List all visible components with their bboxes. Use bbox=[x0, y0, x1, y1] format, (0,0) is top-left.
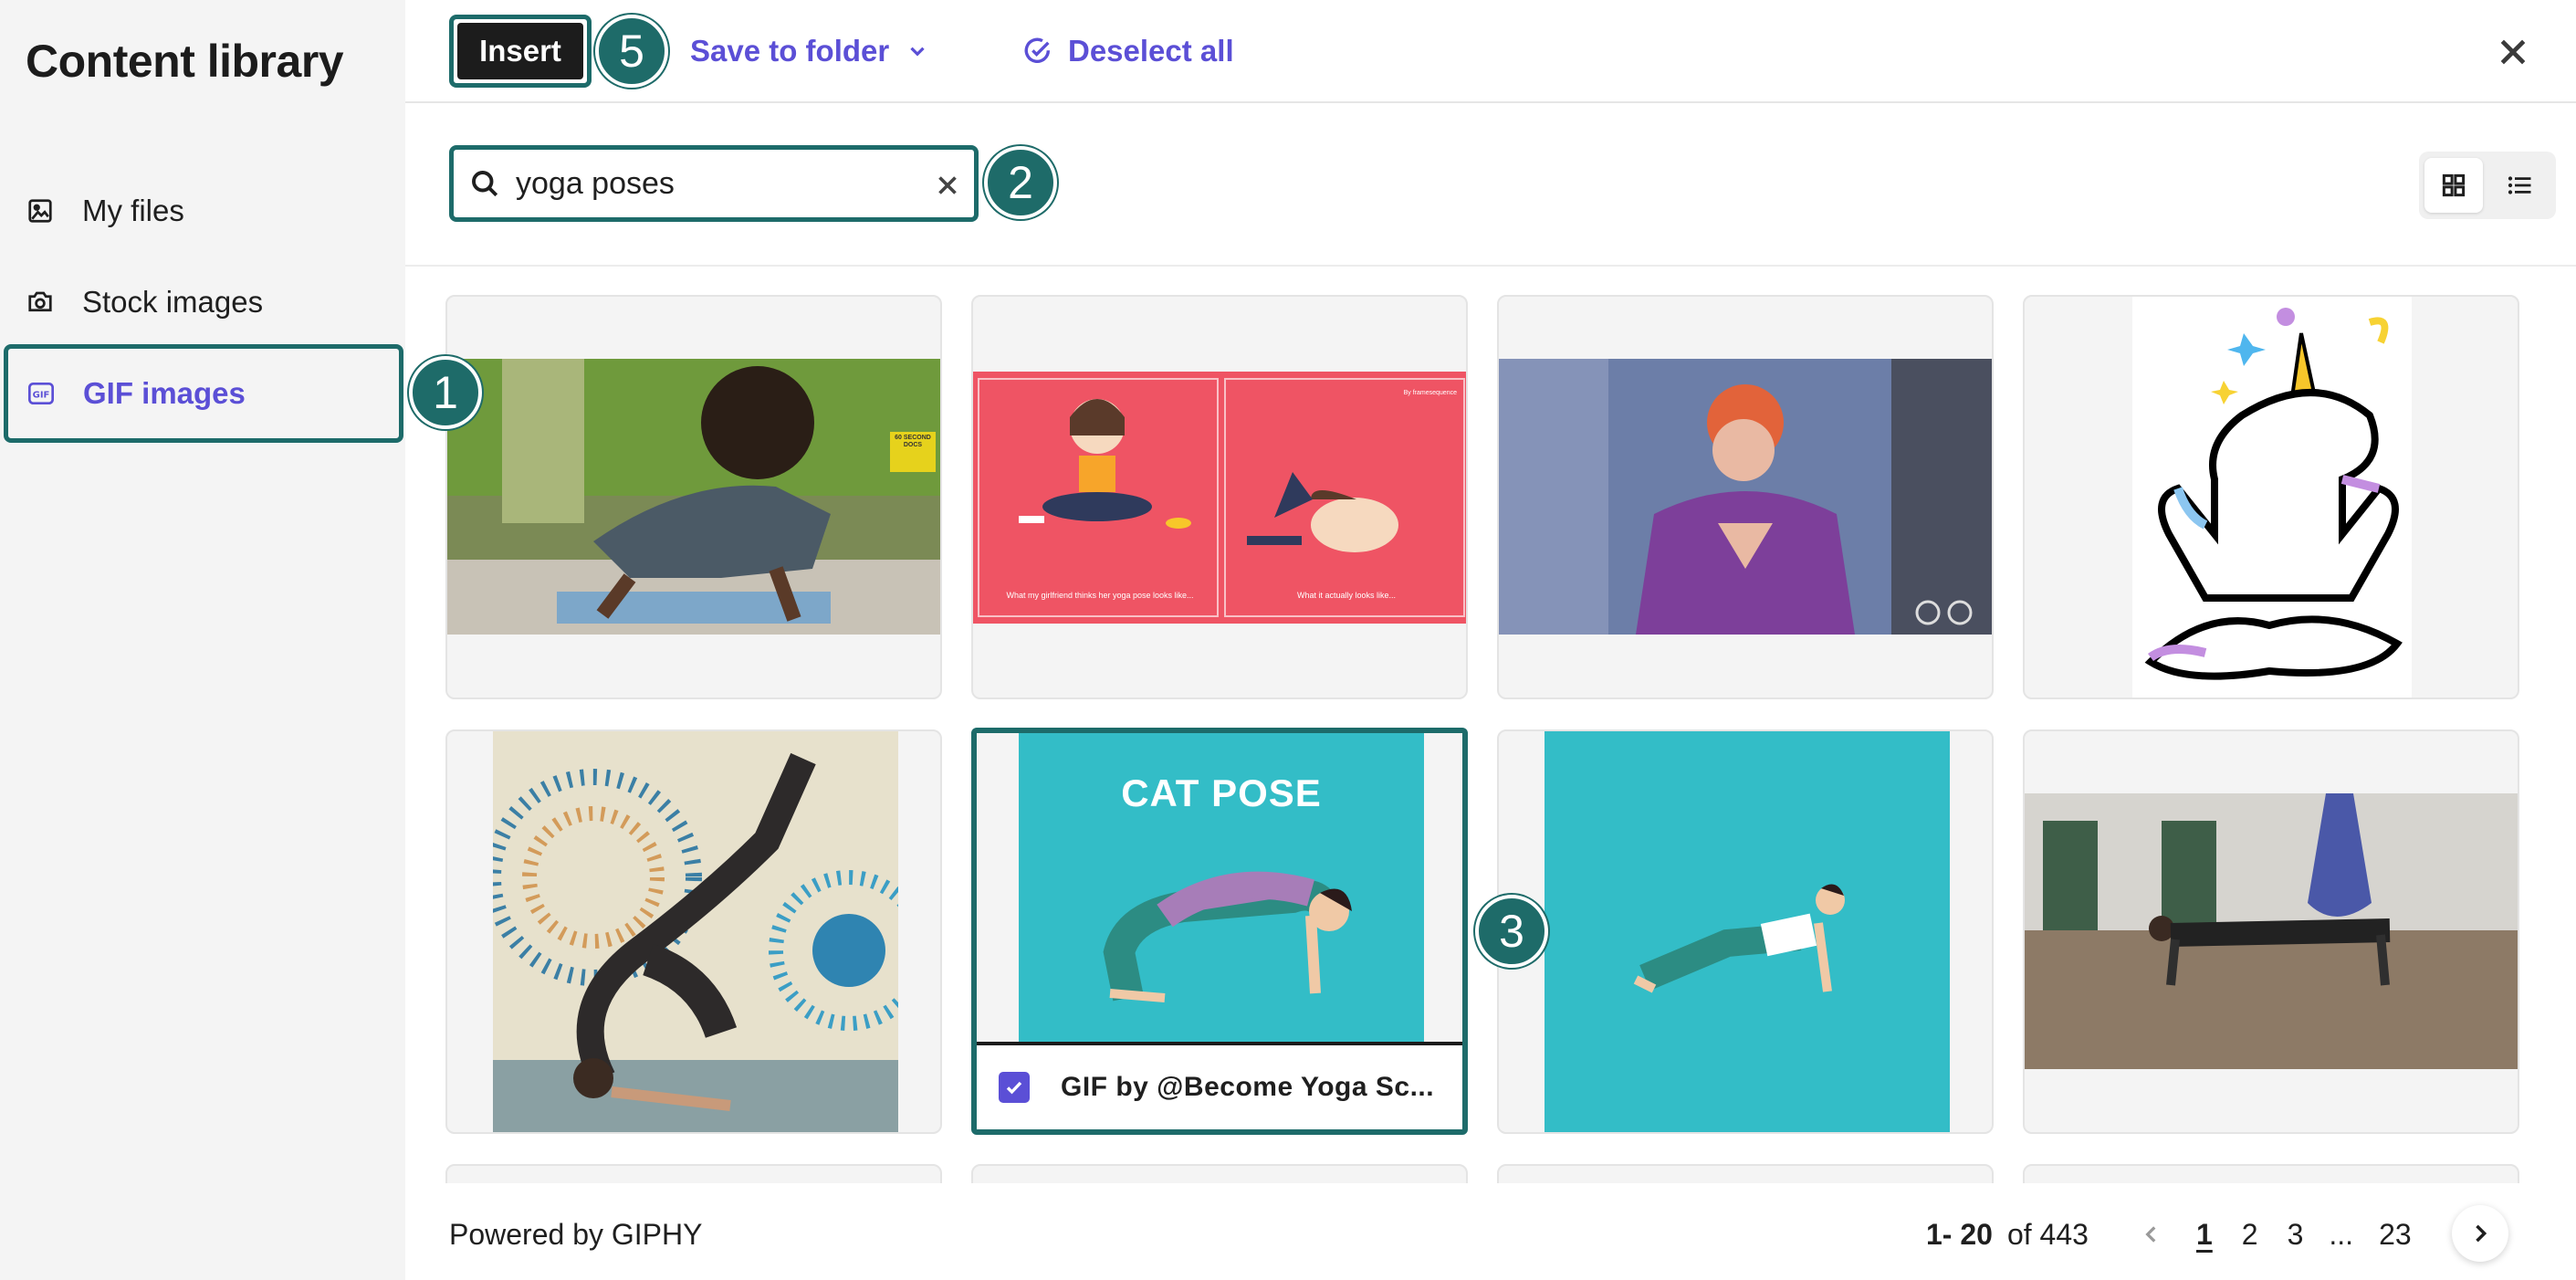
powered-by-text: Powered by GIPHY bbox=[449, 1218, 703, 1251]
gif-card[interactable] bbox=[445, 729, 942, 1134]
search-field bbox=[449, 145, 979, 222]
pagination-summary: 1- 20 of 443 bbox=[1926, 1212, 2089, 1256]
insert-button-highlight: Insert bbox=[449, 15, 592, 88]
callout-badge-1: 1 bbox=[409, 356, 482, 429]
gif-card[interactable] bbox=[2023, 729, 2519, 1134]
pagination: 1 2 3 ... 23 bbox=[2140, 1212, 2412, 1256]
gif-thumbnail bbox=[1499, 359, 1992, 635]
gif-overlay-title: CAT POSE bbox=[1121, 771, 1322, 814]
clear-search-icon[interactable] bbox=[932, 170, 963, 201]
sidebar-item-gif-images[interactable]: GIF GIF images bbox=[4, 344, 403, 443]
page-3[interactable]: 3 bbox=[2288, 1218, 2304, 1252]
grid-view-button[interactable] bbox=[2424, 158, 2483, 213]
callout-badge-3: 3 bbox=[1475, 895, 1548, 968]
page-range: 1- 20 bbox=[1926, 1217, 1993, 1251]
sidebar-item-label: GIF images bbox=[83, 376, 246, 410]
sidebar-item-label: My files bbox=[82, 194, 184, 227]
sidebar-item-my-files[interactable]: My files bbox=[0, 162, 405, 260]
grid-view-icon bbox=[2442, 173, 2466, 197]
sidebar: Content library My files Stock images GI… bbox=[0, 0, 405, 1280]
panel-caption-left: What my girlfriend thinks her yoga pose … bbox=[1006, 591, 1194, 600]
list-view-button[interactable] bbox=[2490, 158, 2549, 213]
close-icon bbox=[2500, 39, 2526, 65]
page-ellipsis: ... bbox=[2329, 1217, 2354, 1251]
previous-page-button[interactable] bbox=[2140, 1222, 2163, 1246]
view-toggle bbox=[2419, 152, 2556, 219]
page-23[interactable]: 23 bbox=[2379, 1218, 2412, 1252]
gif-caption-text: GIF by @Become Yoga Sc... bbox=[1061, 1072, 1435, 1102]
list-view-icon bbox=[2508, 176, 2531, 194]
gif-thumbnail bbox=[2132, 297, 2412, 698]
gif-thumbnail: What my girlfriend thinks her yoga pose … bbox=[973, 372, 1466, 624]
chevron-left-icon bbox=[2145, 1226, 2156, 1243]
gif-card[interactable] bbox=[1497, 729, 1994, 1134]
gif-card[interactable]: What my girlfriend thinks her yoga pose … bbox=[971, 295, 1468, 699]
check-circle-icon bbox=[1022, 36, 1053, 67]
gif-icon: GIF bbox=[26, 379, 56, 408]
next-page-button[interactable] bbox=[2452, 1205, 2508, 1262]
gif-card[interactable] bbox=[1497, 295, 1994, 699]
deselect-all-button[interactable]: Deselect all bbox=[1022, 27, 1234, 75]
chevron-right-icon bbox=[2476, 1224, 2487, 1243]
camera-icon bbox=[26, 288, 55, 317]
sidebar-item-stock-images[interactable]: Stock images bbox=[0, 253, 405, 351]
gif-thumbnail bbox=[2025, 793, 2518, 1069]
gif-card-selected[interactable]: CAT POSE GIF by @Become Yoga Sc... bbox=[971, 728, 1468, 1135]
watermark-text: By framesequence bbox=[1403, 390, 1457, 396]
total-count: of 443 bbox=[2006, 1217, 2089, 1251]
svg-text:GIF: GIF bbox=[33, 391, 50, 401]
save-to-folder-button[interactable]: Save to folder bbox=[690, 27, 929, 75]
chevron-down-icon bbox=[906, 39, 929, 63]
close-button[interactable] bbox=[2492, 31, 2534, 73]
callout-badge-2: 2 bbox=[984, 146, 1057, 219]
gif-thumbnail bbox=[493, 731, 898, 1132]
search-input[interactable] bbox=[516, 165, 908, 202]
page-2[interactable]: 2 bbox=[2242, 1218, 2258, 1252]
watermark-text: 60 SECOND DOCS bbox=[895, 435, 931, 448]
panel-caption-right: What it actually looks like... bbox=[1296, 591, 1397, 600]
gif-thumbnail bbox=[1545, 731, 1950, 1132]
search-icon bbox=[472, 171, 498, 197]
gif-card[interactable]: 60 SECOND DOCS bbox=[445, 295, 942, 699]
sidebar-title: Content library bbox=[26, 36, 344, 87]
page-1[interactable]: 1 bbox=[2196, 1218, 2213, 1252]
sidebar-item-label: Stock images bbox=[82, 285, 264, 319]
gif-thumbnail: 60 SECOND DOCS bbox=[447, 359, 940, 635]
callout-badge-5: 5 bbox=[595, 15, 668, 88]
deselect-all-label: Deselect all bbox=[1068, 34, 1234, 68]
gif-thumbnail: CAT POSE bbox=[1019, 733, 1424, 1045]
save-to-folder-label: Save to folder bbox=[690, 34, 890, 68]
selected-checkbox[interactable] bbox=[999, 1072, 1030, 1103]
gif-card[interactable] bbox=[2023, 295, 2519, 699]
divider bbox=[405, 265, 2576, 267]
image-icon bbox=[26, 196, 55, 226]
check-icon bbox=[1006, 1081, 1022, 1095]
insert-button[interactable]: Insert bbox=[457, 23, 583, 79]
gif-caption: GIF by @Become Yoga Sc... bbox=[977, 1042, 1462, 1129]
